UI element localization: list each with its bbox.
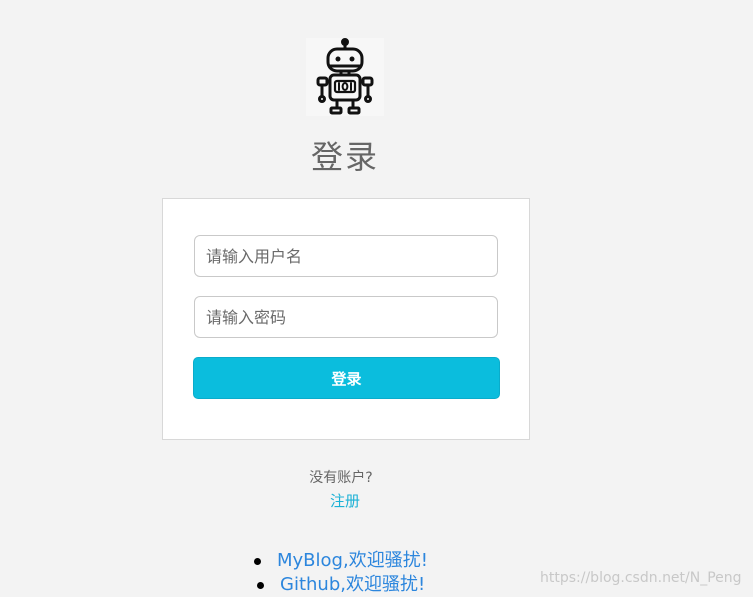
page-title: 登录 [310,138,379,176]
login-form: 登录 [162,198,530,440]
github-link[interactable]: Github,欢迎骚扰! [280,574,425,595]
list-item: Github,欢迎骚扰! [250,573,470,597]
links-list: MyBlog,欢迎骚扰! Github,欢迎骚扰! [250,549,470,597]
password-input[interactable] [194,296,498,338]
myblog-link[interactable]: MyBlog,欢迎骚扰! [277,550,428,571]
bullet-icon [254,558,261,565]
username-input[interactable] [194,235,498,277]
no-account-text: 没有账户? [309,470,373,486]
login-page: 登录 登录 没有账户? 注册 MyBlog,欢迎骚扰! Github,欢迎骚扰!… [0,0,753,597]
watermark: https://blog.csdn.net/N_Peng [540,570,742,586]
list-item: MyBlog,欢迎骚扰! [250,549,470,573]
robot-logo [306,38,384,116]
register-link[interactable]: 注册 [0,490,690,511]
login-button[interactable]: 登录 [193,357,500,399]
bullet-icon [257,582,264,589]
robot-icon [316,38,374,115]
